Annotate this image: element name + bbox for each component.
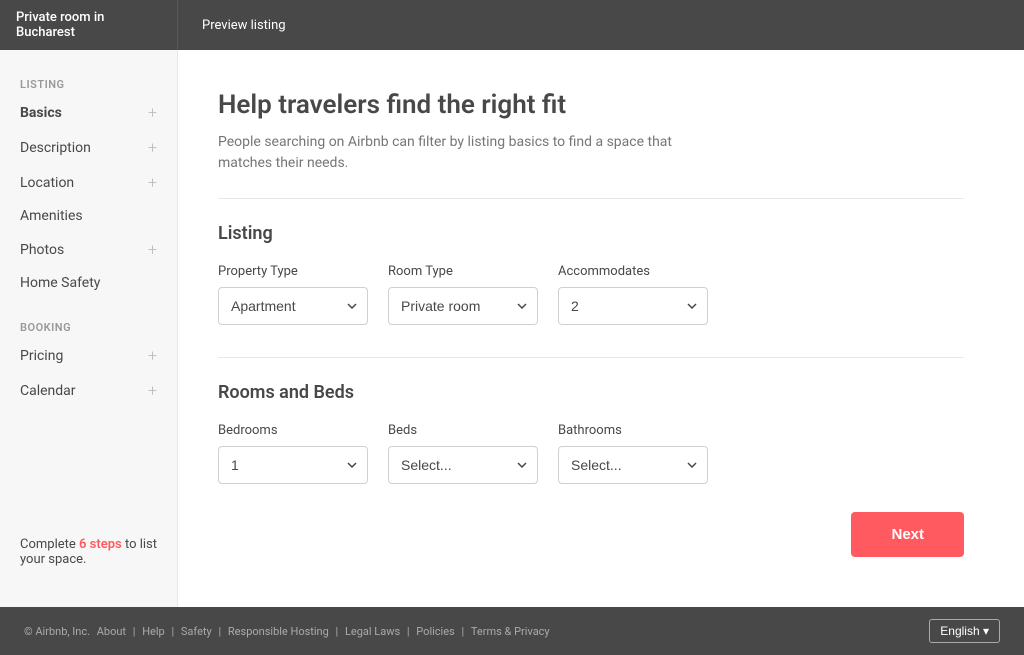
footer-company: © Airbnb, Inc.: [24, 625, 90, 638]
accommodates-label: Accommodates: [558, 264, 708, 279]
sidebar-home-safety-label: Home Safety: [20, 275, 100, 291]
bedrooms-select[interactable]: 1 2 3 4: [218, 446, 368, 484]
top-header: Private room in Bucharest Preview listin…: [0, 0, 1024, 50]
sidebar-location-label: Location: [20, 175, 74, 191]
listing-section-title: Listing: [218, 223, 964, 244]
sidebar-item-location[interactable]: Location +: [0, 165, 177, 200]
accommodates-select[interactable]: 1 2 3 4 5 6: [558, 287, 708, 325]
sidebar-footer: Complete 6 steps to list your space.: [0, 517, 177, 587]
footer-link-help[interactable]: Help: [142, 625, 165, 638]
room-type-select[interactable]: Private room Entire home/apt Shared room: [388, 287, 538, 325]
listing-section-label: Listing: [0, 70, 177, 95]
booking-section-label: Booking: [0, 313, 177, 338]
sidebar-item-description[interactable]: Description +: [0, 130, 177, 165]
beds-label: Beds: [388, 423, 538, 438]
pricing-plus-icon: +: [148, 346, 157, 365]
bathrooms-select[interactable]: Select... 1 1.5 2: [558, 446, 708, 484]
bedrooms-group: Bedrooms 1 2 3 4: [218, 423, 368, 484]
rooms-form-row: Bedrooms 1 2 3 4 Beds Select... 1 2 3: [218, 423, 964, 484]
sidebar-description-label: Description: [20, 140, 91, 156]
footer-link-safety[interactable]: Safety: [181, 625, 212, 638]
sidebar-amenities-label: Amenities: [20, 208, 83, 224]
footer-link-terms[interactable]: Terms & Privacy: [471, 625, 550, 638]
language-label: English: [940, 624, 979, 638]
main-content: Help travelers find the right fit People…: [178, 50, 1024, 607]
description-plus-icon: +: [148, 138, 157, 157]
sidebar-item-calendar[interactable]: Calendar +: [0, 373, 177, 408]
footer-link-policies[interactable]: Policies: [416, 625, 454, 638]
footer-text-before: Complete: [20, 537, 79, 552]
steps-link[interactable]: 6 steps: [79, 537, 122, 552]
page-footer: © Airbnb, Inc. About | Help | Safety | R…: [0, 607, 1024, 655]
property-type-label: Property Type: [218, 264, 368, 279]
sidebar-basics-label: Basics: [20, 105, 62, 121]
accommodates-group: Accommodates 1 2 3 4 5 6: [558, 264, 708, 325]
sidebar-item-pricing[interactable]: Pricing +: [0, 338, 177, 373]
divider-1: [218, 198, 964, 199]
bathrooms-group: Bathrooms Select... 1 1.5 2: [558, 423, 708, 484]
language-selector[interactable]: English ▾: [929, 619, 1000, 643]
room-type-label: Room Type: [388, 264, 538, 279]
listing-form-row: Property Type Apartment House Villa Stud…: [218, 264, 964, 325]
photos-plus-icon: +: [148, 240, 157, 259]
calendar-plus-icon: +: [148, 381, 157, 400]
sidebar-item-home-safety[interactable]: Home Safety: [0, 267, 177, 299]
footer-actions: Next: [218, 492, 964, 567]
next-button[interactable]: Next: [851, 512, 964, 557]
sidebar-photos-label: Photos: [20, 242, 64, 258]
bedrooms-label: Bedrooms: [218, 423, 368, 438]
beds-group: Beds Select... 1 2 3: [388, 423, 538, 484]
listing-title-text: Private room in Bucharest: [16, 10, 161, 40]
location-plus-icon: +: [148, 173, 157, 192]
page-title: Help travelers find the right fit: [218, 90, 964, 120]
main-layout: Listing Basics + Description + Location …: [0, 50, 1024, 607]
divider-2: [218, 357, 964, 358]
room-type-group: Room Type Private room Entire home/apt S…: [388, 264, 538, 325]
listing-title-header: Private room in Bucharest: [0, 0, 178, 50]
sidebar-item-amenities[interactable]: Amenities: [0, 200, 177, 232]
preview-listing-link[interactable]: Preview listing: [178, 18, 310, 33]
steps-link-text: 6 steps: [79, 537, 122, 552]
bathrooms-label: Bathrooms: [558, 423, 708, 438]
basics-plus-icon: +: [148, 103, 157, 122]
preview-label-text: Preview listing: [202, 18, 286, 33]
sidebar-pricing-label: Pricing: [20, 348, 63, 364]
property-type-group: Property Type Apartment House Villa Stud…: [218, 264, 368, 325]
sidebar-item-basics[interactable]: Basics +: [0, 95, 177, 130]
page-subtitle: People searching on Airbnb can filter by…: [218, 132, 698, 174]
footer-link-about[interactable]: About: [97, 625, 126, 638]
rooms-section-title: Rooms and Beds: [218, 382, 964, 403]
sidebar: Listing Basics + Description + Location …: [0, 50, 178, 607]
footer-link-legal[interactable]: Legal Laws: [345, 625, 400, 638]
sidebar-calendar-label: Calendar: [20, 383, 76, 399]
footer-links: © Airbnb, Inc. About | Help | Safety | R…: [24, 625, 554, 638]
rooms-beds-section: Rooms and Beds Bedrooms 1 2 3 4 Beds Sel…: [218, 357, 964, 484]
sidebar-item-photos[interactable]: Photos +: [0, 232, 177, 267]
property-type-select[interactable]: Apartment House Villa Studio Condo: [218, 287, 368, 325]
beds-select[interactable]: Select... 1 2 3: [388, 446, 538, 484]
footer-link-hosting[interactable]: Responsible Hosting: [228, 625, 329, 638]
